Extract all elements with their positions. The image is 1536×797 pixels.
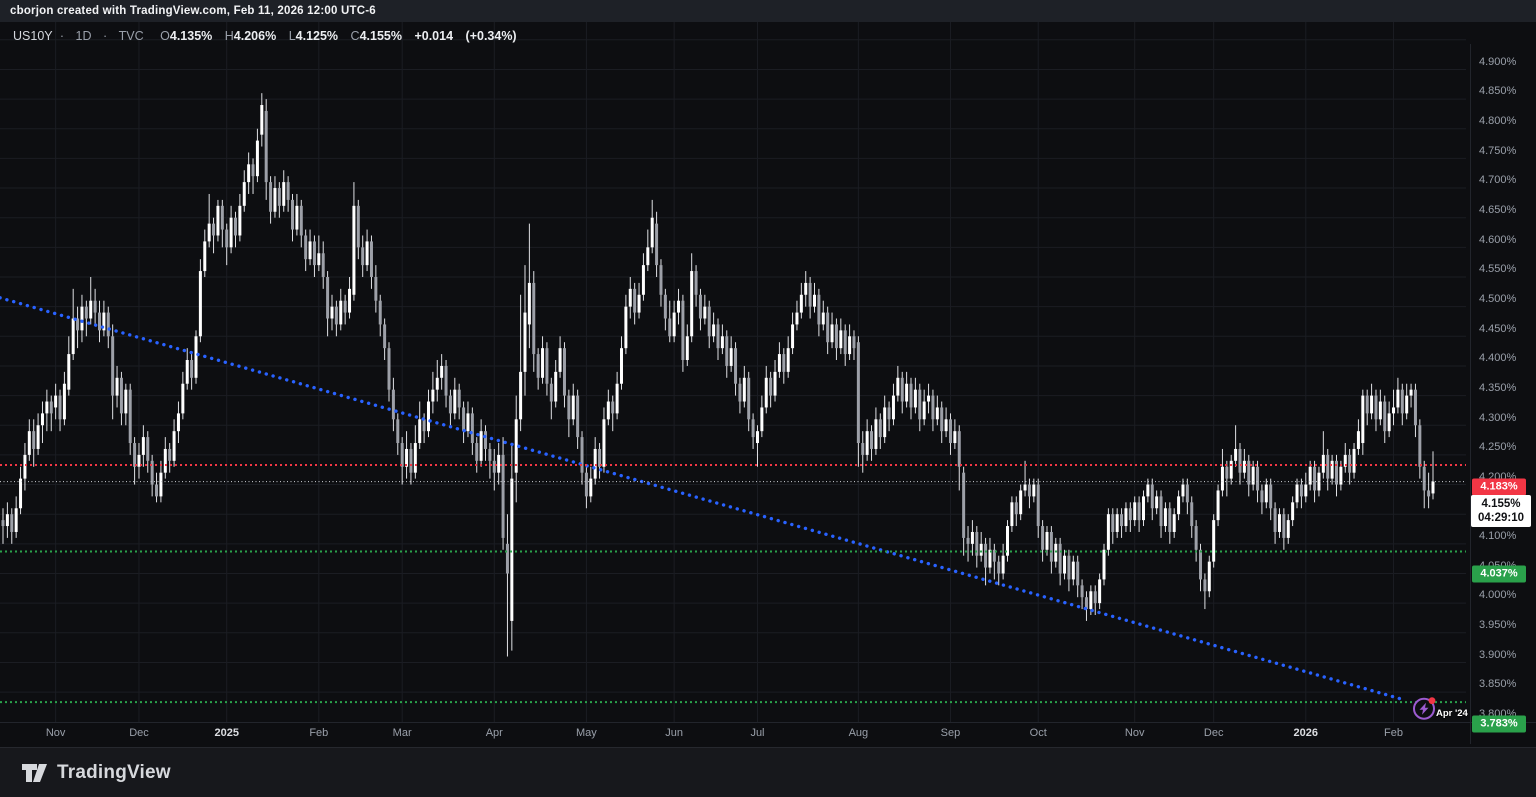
legend-separator: · — [103, 29, 107, 43]
legend-separator: · — [60, 29, 64, 43]
alert-level-price-label: 4.183% — [1472, 478, 1526, 495]
time-tick: Dec — [129, 727, 149, 739]
time-tick: Jun — [665, 727, 683, 739]
high-label: H — [225, 29, 234, 43]
candle-series — [2, 93, 1435, 656]
time-tick: Mar — [393, 727, 412, 739]
price-tick: 4.700% — [1479, 174, 1516, 186]
candlestick-chart[interactable] — [0, 22, 1536, 722]
brand-name[interactable]: TradingView — [57, 762, 171, 784]
low-value: 4.125% — [296, 29, 338, 43]
price-tick: 4.800% — [1479, 115, 1516, 127]
time-tick: Aug — [849, 727, 869, 739]
time-tick: 2026 — [1294, 727, 1318, 739]
price-tick: 3.900% — [1479, 649, 1516, 661]
tradingview-logo-icon[interactable] — [22, 762, 48, 784]
price-tick: 3.950% — [1479, 619, 1516, 631]
price-tick: 4.400% — [1479, 352, 1516, 364]
notification-dot — [1429, 697, 1436, 704]
last-price-value: 4.155% — [1471, 497, 1531, 511]
target-level-price-label: 3.783% — [1472, 716, 1526, 733]
price-tick: 4.750% — [1479, 145, 1516, 157]
event-marker[interactable] — [1414, 697, 1435, 718]
time-tick: Nov — [1125, 727, 1145, 739]
bar-countdown: 04:29:10 — [1471, 511, 1531, 525]
price-tick: 4.300% — [1479, 412, 1516, 424]
price-tick: 4.500% — [1479, 293, 1516, 305]
attribution-bar: cborjon created with TradingView.com, Fe… — [0, 0, 1536, 22]
price-tick: 4.100% — [1479, 530, 1516, 542]
watermark-bar: TradingView — [0, 747, 1536, 797]
time-tick: Nov — [46, 727, 66, 739]
price-tick: 4.550% — [1479, 263, 1516, 275]
time-tick: Dec — [1204, 727, 1224, 739]
high-value: 4.206% — [234, 29, 276, 43]
last-price-label: 4.155% 04:29:10 — [1471, 495, 1531, 527]
price-scale[interactable]: 3.800%3.850%3.900%3.950%4.000%4.050%4.10… — [1470, 44, 1536, 744]
change-value: +0.014 — [414, 29, 453, 43]
legend[interactable]: US10Y · 1D · TVC O4.135% H4.206% L4.125%… — [13, 29, 517, 43]
time-tick: May — [576, 727, 597, 739]
price-tick: 4.900% — [1479, 56, 1516, 68]
close-label: C — [351, 29, 360, 43]
time-tick: 2025 — [214, 727, 238, 739]
low-label: L — [289, 29, 296, 43]
support-level-price-label: 4.037% — [1472, 565, 1526, 582]
time-tick: Jul — [750, 727, 764, 739]
price-tick: 4.350% — [1479, 382, 1516, 394]
time-tick: Oct — [1030, 727, 1047, 739]
price-tick: 4.650% — [1479, 204, 1516, 216]
price-tick: 4.600% — [1479, 234, 1516, 246]
timeframe-label[interactable]: 1D — [76, 29, 92, 43]
time-scale[interactable]: Nov Dec 2025 Feb Mar Apr May Jun Jul Aug Sep Oct Nov… — [0, 722, 1536, 748]
price-tick: 4.000% — [1479, 589, 1516, 601]
chart-canvas[interactable]: US10Y · 1D · TVC O4.135% H4.206% L4.125%… — [0, 22, 1536, 722]
close-value: 4.155% — [360, 29, 402, 43]
trendline-drawing[interactable] — [0, 298, 1404, 700]
time-tick: Sep — [941, 727, 961, 739]
attribution-text: cborjon created with TradingView.com, Fe… — [10, 5, 376, 17]
grid-lines — [0, 22, 1466, 722]
time-tick: Apr — [486, 727, 503, 739]
open-label: O — [160, 29, 170, 43]
time-tick: Feb — [1384, 727, 1403, 739]
event-marker-label: Apr '24 — [1436, 708, 1468, 719]
exchange-label: TVC — [119, 29, 144, 43]
change-percent: (+0.34%) — [466, 29, 517, 43]
price-tick: 4.250% — [1479, 441, 1516, 453]
symbol-name[interactable]: US10Y — [13, 29, 52, 43]
tradingview-chart-screenshot: cborjon created with TradingView.com, Fe… — [0, 0, 1536, 797]
open-value: 4.135% — [170, 29, 212, 43]
time-tick: Feb — [309, 727, 328, 739]
price-tick: 3.850% — [1479, 678, 1516, 690]
price-tick: 4.450% — [1479, 323, 1516, 335]
price-tick: 4.850% — [1479, 85, 1516, 97]
